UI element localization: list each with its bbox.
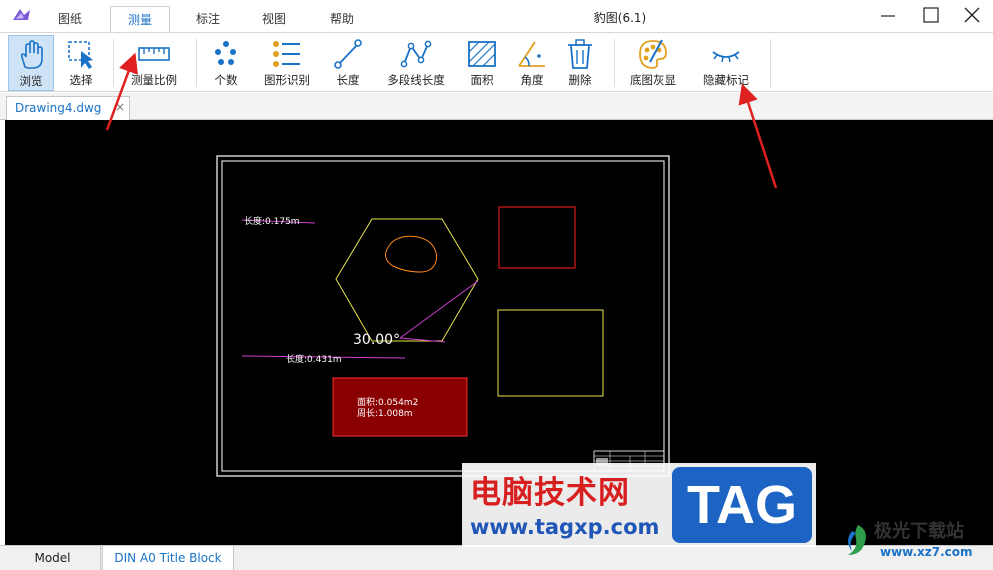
red-arrow (738, 83, 778, 189)
watermark-brand-text: 电脑技术网 (470, 475, 630, 511)
watermark-tag-logo: TAG (672, 467, 812, 543)
watermark-brand-url: www.tagxp.com (470, 515, 660, 539)
watermark-xz7: 极光下载站 www.xz7.com (840, 515, 990, 567)
red-arrow (105, 52, 138, 131)
watermark-site-url: www.xz7.com (880, 545, 973, 559)
watermark-site-text: 极光下载站 (874, 521, 964, 542)
site-logo-icon (848, 525, 866, 555)
app-window: 图纸 测量 标注 视图 帮助 豹图(6.1) 浏览 选择 测量比例 个数 图形识… (0, 0, 993, 570)
watermark-tagxp: 电脑技术网 www.tagxp.com TAG (462, 463, 816, 547)
